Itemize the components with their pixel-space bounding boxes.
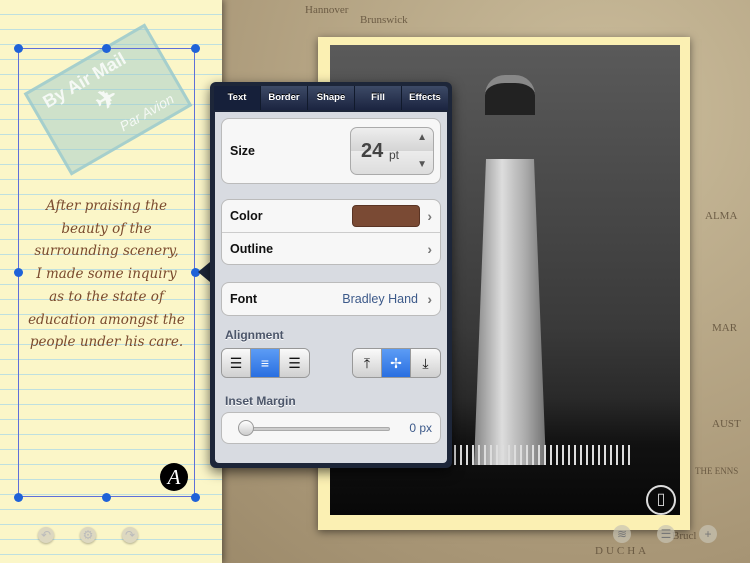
map-label: Hannover xyxy=(305,4,349,16)
picket-fence xyxy=(430,445,630,465)
tab-text[interactable]: Text xyxy=(214,86,261,110)
vertical-alignment-control: ⤒ ✢ ⤓ xyxy=(352,348,441,378)
color-row[interactable]: Color › xyxy=(222,200,440,232)
film-icon[interactable]: ▯ xyxy=(646,485,676,515)
text-line: After praising the xyxy=(45,198,168,214)
size-unit: pt xyxy=(389,148,400,162)
resize-handle[interactable] xyxy=(13,267,23,277)
align-center-icon[interactable]: ≡ xyxy=(251,349,280,377)
font-value: Bradley Hand xyxy=(342,292,418,306)
text-inspector-popover: Text Border Shape Fill Effects Size 24 p… xyxy=(210,82,452,468)
color-label: Color xyxy=(230,209,263,223)
notepad-page: By Air Mail ✈ Par Avion After praising t… xyxy=(0,0,222,563)
alignment-label: Alignment xyxy=(225,328,284,342)
align-right-icon[interactable]: ☰ xyxy=(280,349,309,377)
text-line: I made some inquiry xyxy=(36,266,177,283)
size-group: Size 24 pt ▲ ▼ xyxy=(221,118,441,184)
outline-row[interactable]: Outline › xyxy=(222,232,440,264)
text-box-content[interactable]: After praising the beauty of the surroun… xyxy=(18,195,195,354)
inset-value: 0 px xyxy=(409,421,432,435)
undo-icon[interactable]: ↶ xyxy=(38,527,54,543)
size-row: Size 24 pt ▲ ▼ xyxy=(222,119,440,183)
size-value: 24 xyxy=(361,140,384,162)
text-line: as to the state of xyxy=(49,288,164,305)
map-label: THE ENNS xyxy=(695,466,739,476)
font-row[interactable]: Font Bradley Hand › xyxy=(222,283,440,315)
text-line: beauty of the xyxy=(61,220,152,237)
map-label: AUST xyxy=(712,418,741,430)
inspector-pane: Size 24 pt ▲ ▼ Color › Outline › Font Br… xyxy=(215,112,447,463)
color-group: Color › Outline › xyxy=(221,199,441,265)
chevron-right-icon: › xyxy=(427,208,432,224)
color-swatch[interactable] xyxy=(352,205,420,227)
resize-handle[interactable] xyxy=(101,43,111,53)
outline-label: Outline xyxy=(230,241,274,256)
resize-handle[interactable] xyxy=(13,492,23,502)
resize-handle[interactable] xyxy=(190,492,200,502)
align-top-icon[interactable]: ⤒ xyxy=(353,349,382,377)
tab-border[interactable]: Border xyxy=(261,86,308,110)
inspector-tabs: Text Border Shape Fill Effects xyxy=(214,86,448,110)
map-label: Brunswick xyxy=(360,14,408,26)
layers-icon[interactable]: ≋ xyxy=(613,525,631,543)
text-line: education amongst the xyxy=(28,311,185,328)
map-label: Brucl xyxy=(672,530,697,542)
align-left-icon[interactable]: ☰ xyxy=(222,349,251,377)
chevron-right-icon: › xyxy=(427,291,432,307)
tab-fill[interactable]: Fill xyxy=(355,86,402,110)
resize-handle[interactable] xyxy=(101,492,111,502)
list-icon[interactable]: ☰ xyxy=(657,525,675,543)
resize-handle[interactable] xyxy=(13,43,23,53)
inset-group: 0 px xyxy=(221,412,441,444)
size-label: Size xyxy=(230,144,256,158)
chevron-right-icon: › xyxy=(427,240,432,257)
decrement-icon[interactable]: ▼ xyxy=(417,159,427,170)
size-stepper[interactable]: 24 pt ▲ ▼ xyxy=(350,127,434,175)
align-middle-icon[interactable]: ✢ xyxy=(382,349,411,377)
popover-arrow xyxy=(198,262,210,282)
inset-slider-track[interactable] xyxy=(242,427,390,431)
text-line: people under his care. xyxy=(29,334,184,351)
inset-margin-label: Inset Margin xyxy=(225,394,296,408)
text-style-badge[interactable]: A xyxy=(160,463,188,491)
map-label: MAR xyxy=(712,322,738,334)
redo-icon[interactable]: ↷ xyxy=(122,527,138,543)
tab-effects[interactable]: Effects xyxy=(402,86,448,110)
increment-icon[interactable]: ▲ xyxy=(417,132,427,143)
text-line: surrounding scenery, xyxy=(34,243,179,260)
font-label: Font xyxy=(230,292,258,306)
align-bottom-icon[interactable]: ⤓ xyxy=(411,349,440,377)
add-icon[interactable]: + xyxy=(699,525,717,543)
map-label: DUCHA xyxy=(595,545,650,557)
inset-slider-thumb[interactable] xyxy=(238,420,254,436)
horizontal-alignment-control: ☰ ≡ ☰ xyxy=(221,348,310,378)
gear-icon[interactable]: ⚙ xyxy=(80,527,96,543)
tab-shape[interactable]: Shape xyxy=(308,86,355,110)
font-group: Font Bradley Hand › xyxy=(221,282,441,316)
lighthouse-lantern xyxy=(485,75,535,115)
map-label: ALMA xyxy=(705,210,738,222)
resize-handle[interactable] xyxy=(190,43,200,53)
lighthouse-tower xyxy=(474,159,546,465)
